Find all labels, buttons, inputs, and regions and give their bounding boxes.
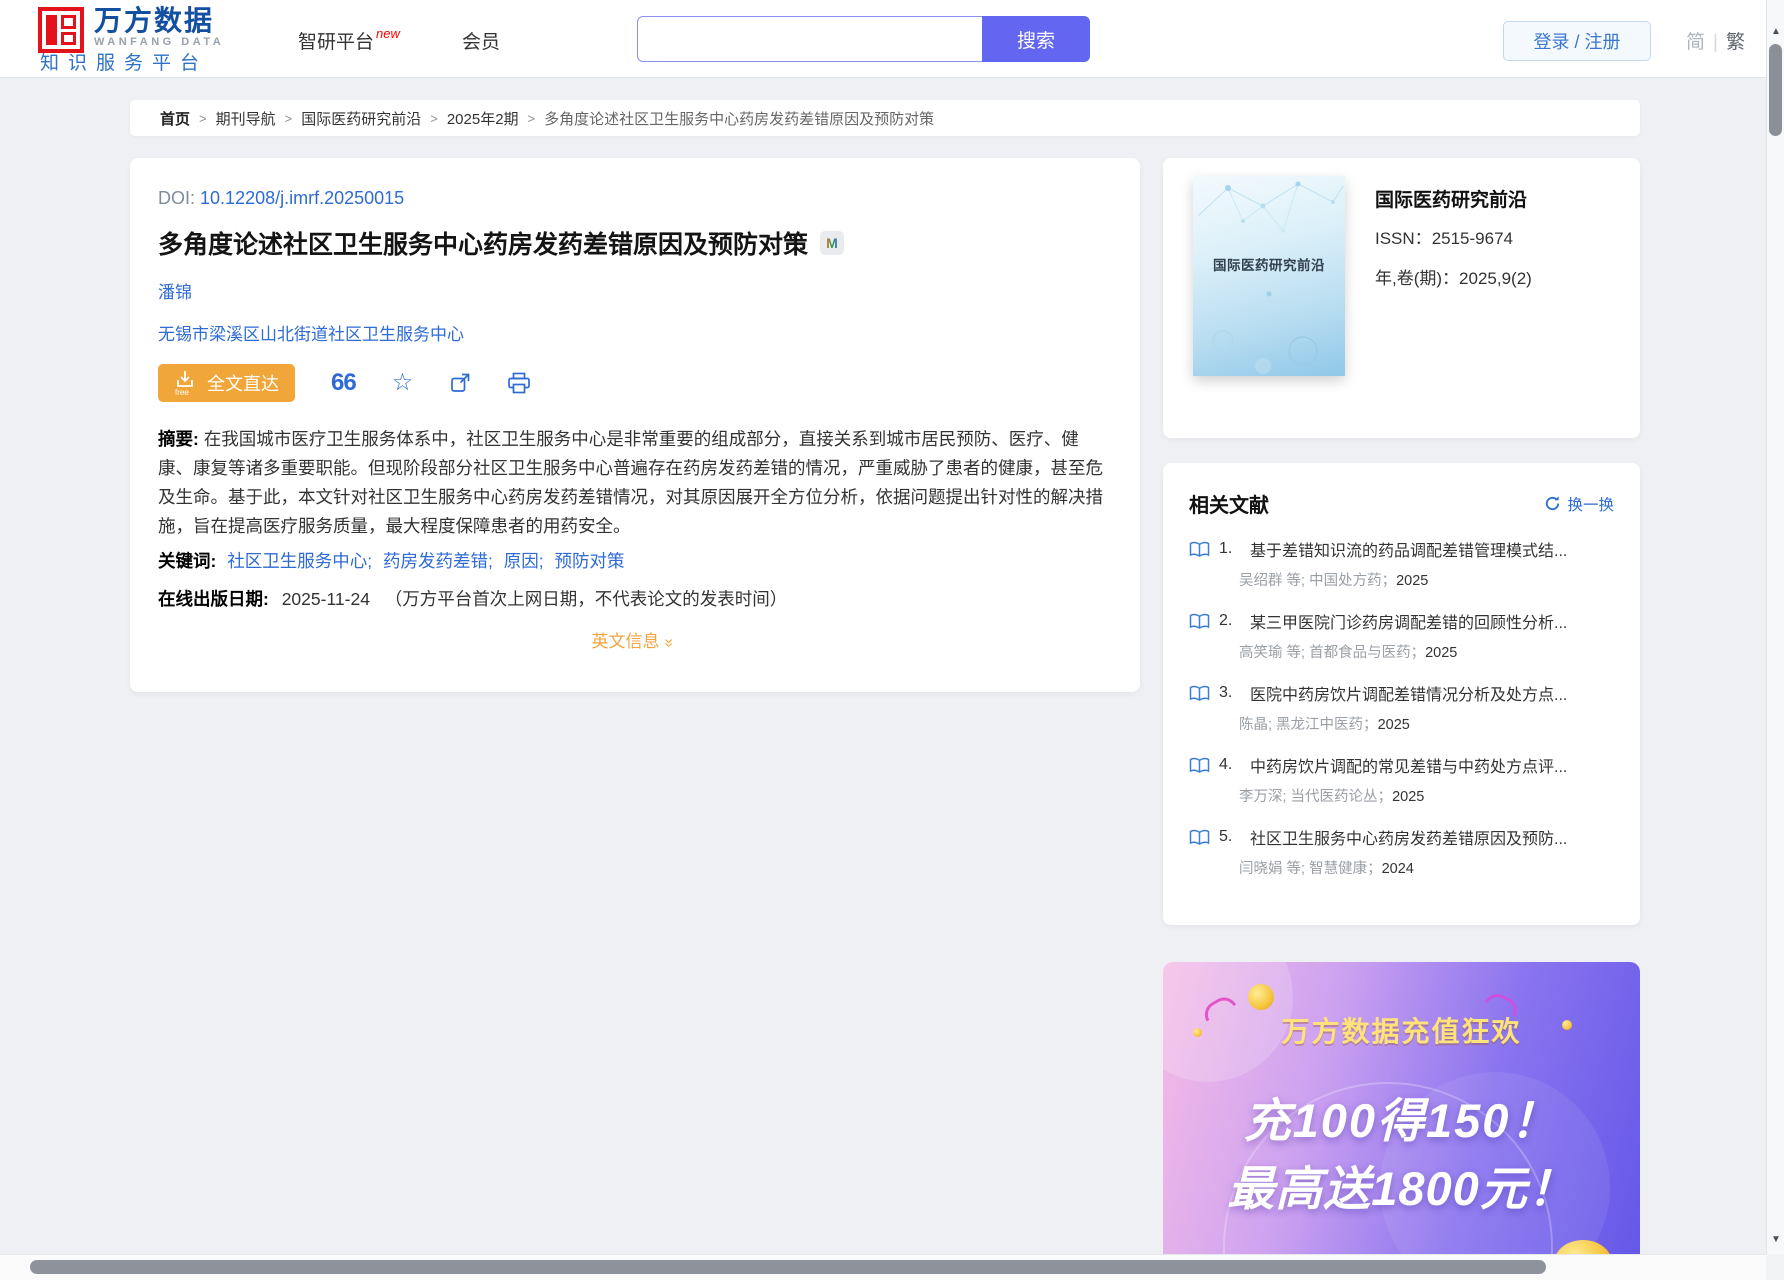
keywords-label: 关键词:	[158, 551, 216, 571]
article-title: 多角度论述社区卫生服务中心药房发药差错原因及预防对策	[158, 225, 808, 261]
keyword-link[interactable]: 预防对策	[554, 551, 624, 571]
new-badge: new	[376, 26, 400, 41]
page: 万方数据 WANFANG DATA 知识服务平台 智研平台new 会员 搜索 登…	[0, 0, 1784, 1280]
share-icon[interactable]	[449, 372, 471, 394]
fulltext-button[interactable]: free 全文直达	[158, 364, 295, 402]
related-item: 2. 某三甲医院门诊药房调配差错的回顾性分析... 高笑瑜 等; 首都食品与医药…	[1189, 609, 1614, 662]
journal-name[interactable]: 国际医药研究前沿	[1375, 185, 1527, 212]
doi-row: DOI: 10.12208/j.imrf.20250015	[158, 188, 1106, 209]
refresh-button[interactable]: 换一换	[1544, 493, 1614, 515]
promo-title: 万方数据充值狂欢	[1163, 1010, 1640, 1050]
book-icon	[1189, 829, 1210, 846]
keyword-link[interactable]: 社区卫生服务中心;	[227, 551, 372, 571]
related-item: 5. 社区卫生服务中心药房发药差错原因及预防... 闫晓娟 等; 智慧健康；20…	[1189, 825, 1614, 878]
english-info-toggle[interactable]: 英文信息»	[158, 627, 1106, 652]
vertical-scrollbar-thumb[interactable]	[1769, 44, 1782, 136]
online-date-label: 在线出版日期:	[158, 589, 269, 609]
lang-divider: |	[1713, 32, 1718, 53]
doi-label: DOI:	[158, 188, 195, 208]
breadcrumb-issue[interactable]: 2025年2期	[447, 108, 519, 129]
book-icon	[1189, 757, 1210, 774]
related-item: 3. 医院中药房饮片调配差错情况分析及处方点... 陈晶; 黑龙江中医药；202…	[1189, 681, 1614, 734]
lang-simplified[interactable]: 简	[1686, 32, 1705, 53]
book-icon	[1189, 613, 1210, 630]
related-item-link[interactable]: 5. 社区卫生服务中心药房发药差错原因及预防...	[1189, 825, 1614, 849]
search-button[interactable]: 搜索	[982, 16, 1090, 62]
doi-link[interactable]: 10.12208/j.imrf.20250015	[200, 188, 404, 208]
breadcrumb-home[interactable]: 首页	[160, 108, 190, 129]
nav-member[interactable]: 会员	[462, 27, 500, 54]
print-icon[interactable]	[507, 372, 531, 394]
article-actions: free 全文直达 66 ☆	[158, 363, 1106, 403]
journal-card: 国际医药研究前沿 国际医药研究前沿 ISSN：2515-9674 年,卷(期)：…	[1163, 158, 1640, 438]
related-literature-card: 相关文献 换一换 1. 基于差错知识流的药品调配差错管理模式结... 吴绍群 等…	[1163, 463, 1640, 925]
scrollbar-corner	[1766, 1254, 1784, 1280]
chevron-down-icon: »	[659, 639, 677, 648]
related-item-meta: 陈晶; 黑龙江中医药；2025	[1239, 713, 1614, 734]
wanfang-logo-icon	[38, 7, 84, 53]
related-item: 1. 基于差错知识流的药品调配差错管理模式结... 吴绍群 等; 中国处方药；2…	[1189, 537, 1614, 590]
related-item-link[interactable]: 1. 基于差错知识流的药品调配差错管理模式结...	[1189, 537, 1614, 561]
brand-name-cn: 万方数据	[94, 7, 224, 35]
related-item-link[interactable]: 4. 中药房饮片调配的常见差错与中药处方点评...	[1189, 753, 1614, 777]
journal-issn: ISSN：2515-9674	[1375, 224, 1513, 249]
recharge-promo-banner[interactable]: 万方数据充值狂欢 充100得150！ 最高送1800元！	[1163, 962, 1640, 1280]
horizontal-scrollbar[interactable]	[0, 1254, 1766, 1280]
brand-name-en: WANFANG DATA	[94, 36, 224, 48]
favorite-star-icon[interactable]: ☆	[392, 371, 414, 395]
online-date-row: 在线出版日期: 2025-11-24 （万方平台首次上网日期，不代表论文的发表时…	[158, 586, 1106, 611]
svg-text:free: free	[175, 388, 189, 396]
article-card: DOI: 10.12208/j.imrf.20250015 多角度论述社区卫生服…	[130, 158, 1140, 692]
affiliation-link[interactable]: 无锡市梁溪区山北街道社区卫生服务中心	[158, 325, 464, 344]
brand-tagline: 知识服务平台	[40, 48, 208, 75]
related-item-link[interactable]: 3. 医院中药房饮片调配差错情况分析及处方点...	[1189, 681, 1614, 705]
keyword-link[interactable]: 原因;	[504, 551, 544, 571]
search-input[interactable]	[637, 16, 982, 62]
author-link[interactable]: 潘锦	[158, 283, 192, 302]
related-item-meta: 高笑瑜 等; 首都食品与医药；2025	[1239, 641, 1614, 662]
online-date-value: 2025-11-24	[282, 589, 370, 609]
breadcrumb: 首页 > 期刊导航 > 国际医药研究前沿 > 2025年2期 > 多角度论述社区…	[130, 100, 1640, 136]
cite-icon[interactable]: 66	[331, 369, 356, 397]
refresh-icon	[1544, 495, 1561, 512]
keywords-row: 关键词: 社区卫生服务中心; 药房发药差错; 原因; 预防对策	[158, 548, 1106, 573]
scroll-down-icon[interactable]: ▼	[1767, 1234, 1784, 1245]
online-date-note: （万方平台首次上网日期，不代表论文的发表时间）	[385, 589, 788, 609]
wanfang-logo[interactable]: 万方数据 WANFANG DATA	[38, 7, 224, 53]
coin-icon	[1248, 984, 1274, 1010]
language-switch: 简 | 繁	[1686, 27, 1745, 54]
related-item-meta: 李万深; 当代医药论丛；2025	[1239, 785, 1614, 806]
related-item: 4. 中药房饮片调配的常见差错与中药处方点评... 李万深; 当代医药论丛；20…	[1189, 753, 1614, 806]
abstract-text: 在我国城市医疗卫生服务体系中，社区卫生服务中心是非常重要的组成部分，直接关系到城…	[158, 429, 1103, 536]
breadcrumb-current: 多角度论述社区卫生服务中心药房发药差错原因及预防对策	[544, 108, 934, 129]
lang-traditional[interactable]: 繁	[1726, 32, 1745, 53]
abstract: 摘要: 在我国城市医疗卫生服务体系中，社区卫生服务中心是非常重要的组成部分，直接…	[158, 425, 1106, 541]
header: 万方数据 WANFANG DATA 知识服务平台 智研平台new 会员 搜索 登…	[0, 0, 1784, 78]
related-item-meta: 闫晓娟 等; 智慧健康；2024	[1239, 857, 1614, 878]
journal-cover-title: 国际医药研究前沿	[1193, 254, 1345, 274]
abstract-label: 摘要:	[158, 429, 199, 449]
breadcrumb-journal-nav[interactable]: 期刊导航	[216, 108, 276, 129]
promo-offer-line1: 充100得150！	[1163, 1082, 1640, 1151]
related-title: 相关文献	[1189, 489, 1269, 518]
journal-cover[interactable]: 国际医药研究前沿	[1193, 176, 1345, 376]
breadcrumb-journal[interactable]: 国际医药研究前沿	[301, 108, 421, 129]
horizontal-scrollbar-thumb[interactable]	[30, 1260, 1546, 1274]
keyword-link[interactable]: 药房发药差错;	[383, 551, 493, 571]
m-badge-icon[interactable]: M	[820, 231, 844, 255]
book-icon	[1189, 685, 1210, 702]
free-download-icon: free	[174, 370, 198, 396]
vertical-scrollbar[interactable]: ▲ ▼	[1766, 0, 1784, 1280]
book-icon	[1189, 541, 1210, 558]
scroll-up-icon[interactable]: ▲	[1767, 26, 1784, 37]
related-item-meta: 吴绍群 等; 中国处方药；2025	[1239, 569, 1614, 590]
breadcrumb-separator: >	[199, 111, 207, 126]
promo-offer-line2: 最高送1800元！	[1163, 1150, 1640, 1219]
journal-cover-art	[1193, 176, 1345, 376]
nav-zhiyan-platform[interactable]: 智研平台new	[298, 27, 400, 54]
journal-volume: 年,卷(期)：2025,9(2)	[1375, 264, 1532, 289]
related-item-link[interactable]: 2. 某三甲医院门诊药房调配差错的回顾性分析...	[1189, 609, 1614, 633]
login-register-button[interactable]: 登录 / 注册	[1503, 21, 1651, 61]
